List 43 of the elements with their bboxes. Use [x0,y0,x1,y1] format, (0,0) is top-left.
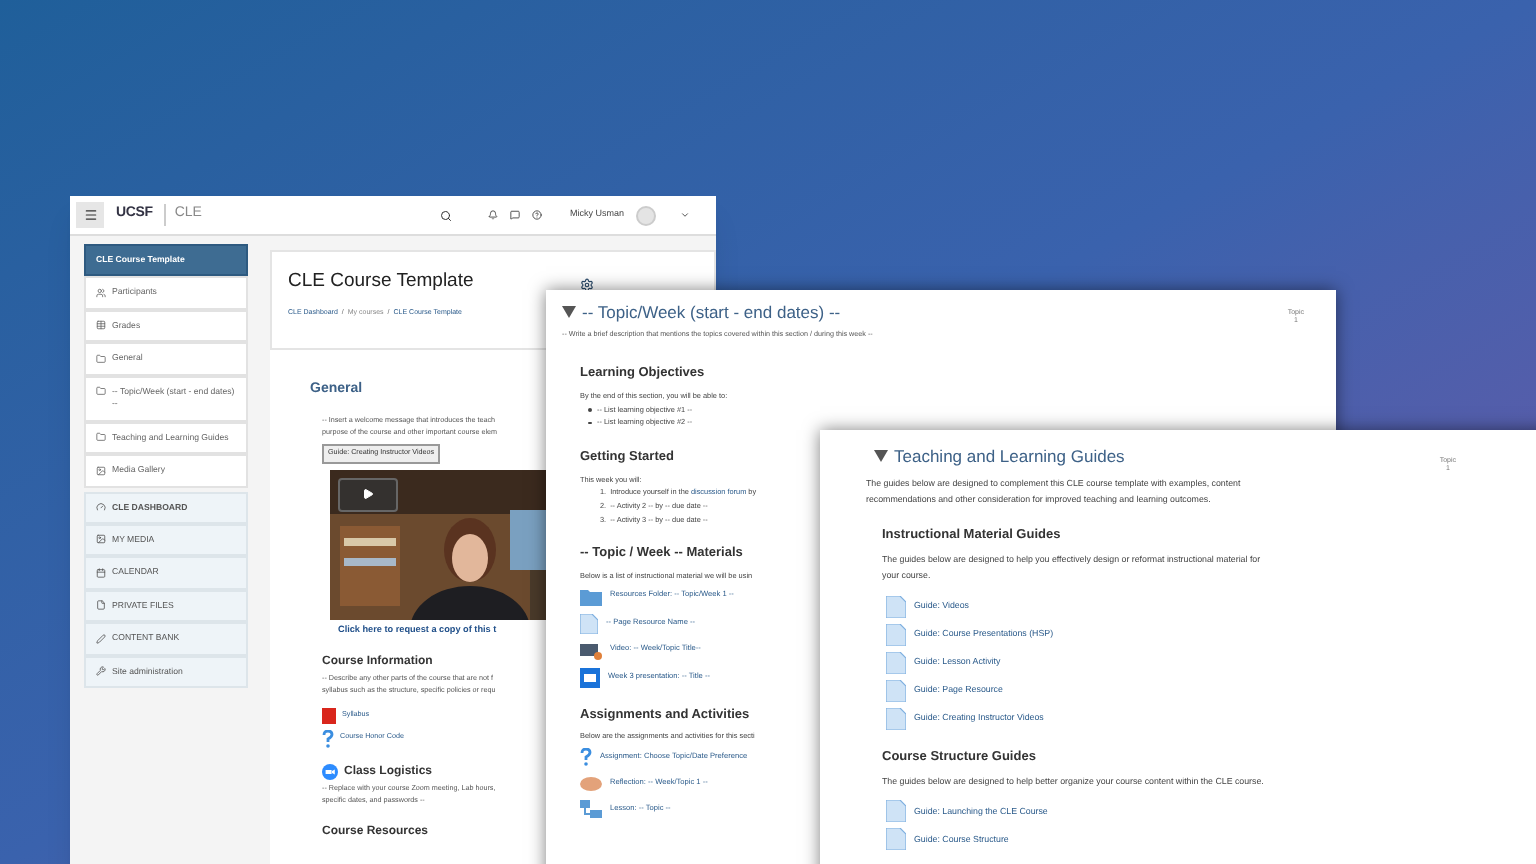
file-icon [96,600,106,611]
folder-icon [96,386,106,397]
page-icon [886,828,906,851]
image-icon [96,465,106,476]
menu-button[interactable] [76,202,104,228]
question-icon [322,729,334,748]
page-icon [886,623,906,646]
folder-icon [96,432,106,443]
section-heading: Teaching and Learning Guides [894,444,1125,470]
pdf-icon [322,707,336,724]
image-icon [96,534,106,545]
settings-icon[interactable] [580,278,594,292]
caret-icon[interactable] [874,450,888,463]
folder-icon [580,587,602,606]
page-icon [886,707,906,730]
search-icon[interactable] [439,209,452,221]
people-icon [96,287,106,298]
video-icon [580,641,602,660]
help-icon[interactable] [531,210,542,220]
bell-icon[interactable] [487,210,498,220]
play-button[interactable] [338,477,398,512]
page-icon [886,651,906,674]
section-heading: -- Topic/Week (start - end dates) -- [582,300,841,326]
table-icon [96,320,106,331]
lesson-icon [580,800,602,819]
pen-icon [96,633,106,644]
chat-icon[interactable] [509,210,520,220]
wrench-icon [96,666,106,677]
video-camera-icon [322,764,338,781]
caret-icon[interactable] [562,306,576,319]
gauge-icon [96,502,106,512]
calendar-icon [96,567,106,578]
menu-icon [83,208,97,222]
page-icon [886,595,906,618]
folder-icon [96,353,106,364]
question-icon [580,748,592,767]
course-title: CLE Course Template [288,268,474,296]
page-icon [886,800,906,823]
page-icon [886,679,906,702]
play-icon [362,488,374,501]
presentation-icon [580,667,600,688]
page-icon [580,613,598,634]
caret-icon[interactable] [680,210,690,220]
